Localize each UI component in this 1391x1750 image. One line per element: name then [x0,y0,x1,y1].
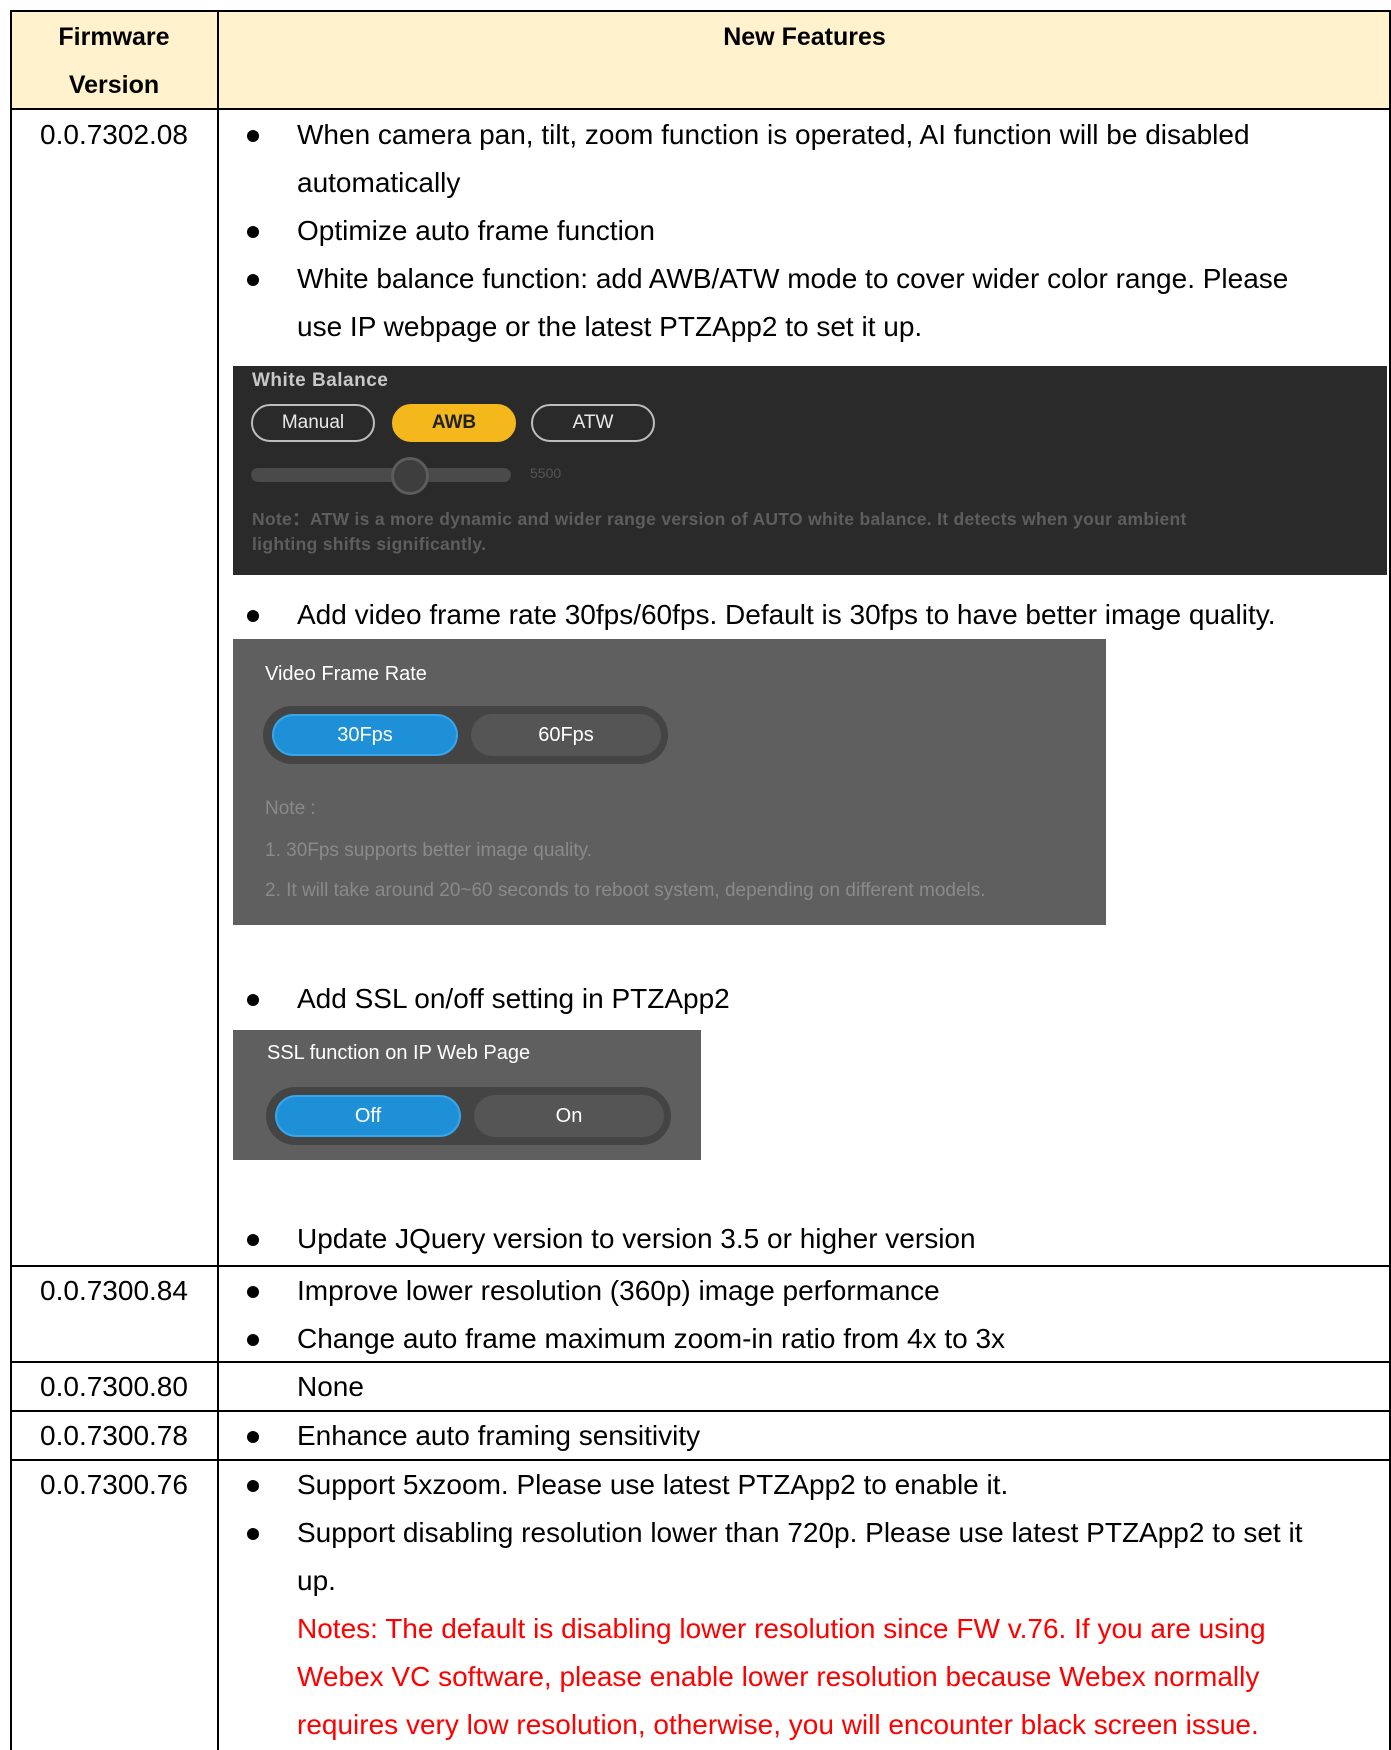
feature-text: Add SSL on/off setting in PTZApp2 [297,983,730,1014]
white-balance-panel: White Balance Manual AWB ATW 5500 Note：A… [233,366,1387,575]
feature-text: automatically [297,167,461,198]
feature-text: None [297,1371,364,1402]
version-cell: 0.0.7300.76 [40,1469,188,1500]
fps30-button[interactable]: 30Fps [272,714,458,756]
feature-text: Improve lower resolution (360p) image pe… [297,1275,940,1306]
fps60-button[interactable]: 60Fps [471,714,661,756]
bullet-icon [247,130,259,142]
bullet-icon [247,1528,259,1540]
feature-text: When camera pan, tilt, zoom function is … [297,119,1250,150]
wb-slider-value: 5500 [530,465,562,481]
frame-rate-note-2: 2. It will take around 20~60 seconds to … [265,880,986,901]
version-cell: 0.0.7302.08 [40,119,188,150]
frame-rate-note-title: Note : [265,798,316,819]
header-firmware-line1: Firmware [58,23,170,51]
feature-text: White balance function: add AWB/ATW mode… [297,263,1289,294]
bullet-icon [247,1431,259,1443]
version-cell: 0.0.7300.84 [40,1275,188,1306]
ssl-on-button[interactable]: On [474,1095,664,1137]
bullet-icon [247,610,259,622]
white-balance-title: White Balance [252,370,389,391]
ssl-title: SSL function on IP Web Page [267,1042,531,1064]
wb-slider-handle[interactable] [391,457,429,495]
feature-text: Add video frame rate 30fps/60fps. Defaul… [297,599,1276,630]
bullet-icon [247,1480,259,1492]
bullet-icon [247,1234,259,1246]
feature-text: Change auto frame maximum zoom-in ratio … [297,1323,1006,1354]
wb-slider-track[interactable] [251,468,511,482]
wb-manual-button[interactable]: Manual [251,404,375,442]
wb-note-line1: Note：ATW is a more dynamic and wider ran… [252,509,1187,529]
frame-rate-title: Video Frame Rate [265,663,427,685]
bullet-icon [247,994,259,1006]
header-firmware-version: Firmware Version [10,13,218,109]
header-firmware-line2: Version [68,71,160,99]
wb-note: Note：ATW is a more dynamic and wider ran… [252,507,1372,557]
feature-text: use IP webpage or the latest PTZApp2 to … [297,311,923,342]
feature-text: Update JQuery version to version 3.5 or … [297,1223,976,1254]
frame-rate-note-1: 1. 30Fps supports better image quality. [265,840,593,861]
feature-text: up. [297,1565,336,1596]
wb-atw-button[interactable]: ATW [531,404,655,442]
video-frame-rate-panel: Video Frame Rate 30Fps 60Fps Note : 1. 3… [233,639,1106,925]
notes-text: Notes: The default is disabling lower re… [297,1613,1266,1644]
ssl-panel: SSL function on IP Web Page Off On [233,1030,701,1160]
ssl-off-button[interactable]: Off [275,1095,461,1137]
wb-note-line2: lighting shifts significantly. [252,534,487,554]
version-cell: 0.0.7300.78 [40,1420,188,1451]
bullet-icon [247,226,259,238]
feature-text: Enhance auto framing sensitivity [297,1420,701,1451]
notes-text: Webex VC software, please enable lower r… [297,1661,1260,1692]
feature-text: Support disabling resolution lower than … [297,1517,1303,1548]
feature-text: Support 5xzoom. Please use latest PTZApp… [297,1469,1009,1500]
feature-text: Optimize auto frame function [297,215,655,246]
bullet-icon [247,274,259,286]
bullet-icon [247,1286,259,1298]
wb-awb-button[interactable]: AWB [392,404,516,442]
version-cell: 0.0.7300.80 [40,1371,188,1402]
header-new-features: New Features [723,23,886,51]
bullet-icon [247,1334,259,1346]
